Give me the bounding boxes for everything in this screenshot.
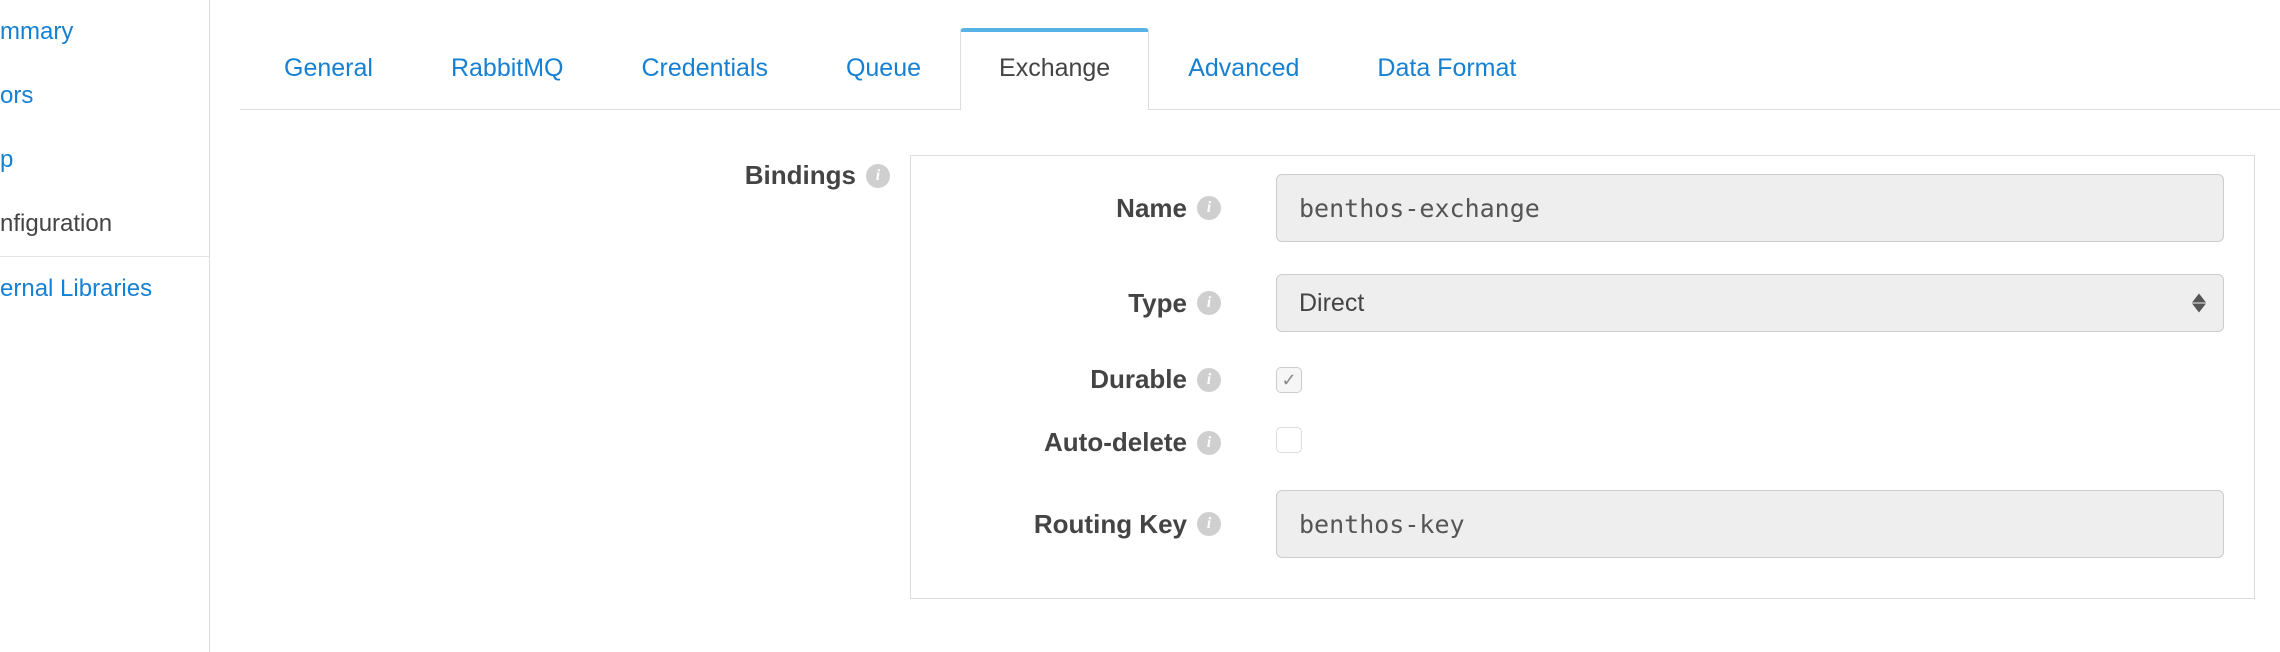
label-text: Auto-delete (1044, 427, 1187, 458)
form-label-durable: Durable (941, 364, 1221, 395)
sidebar: mmary ors p nfiguration ernal Libraries (0, 0, 210, 652)
form-control-autodelete (1276, 427, 2224, 458)
sidebar-item-label: ernal Libraries (0, 275, 152, 302)
tab-label: Data Format (1377, 54, 1516, 82)
info-icon[interactable] (1197, 431, 1221, 455)
sidebar-item-summary[interactable]: mmary (0, 0, 209, 64)
tab-general[interactable]: General (245, 27, 412, 110)
section-bindings-label: Bindings (240, 160, 890, 191)
tab-queue[interactable]: Queue (807, 27, 960, 110)
info-icon[interactable] (1197, 512, 1221, 536)
sidebar-item-external-libraries[interactable]: ernal Libraries (0, 256, 209, 321)
form-label-routingkey: Routing Key (941, 509, 1221, 540)
info-icon[interactable] (1197, 368, 1221, 392)
form-row-routingkey: Routing Key (941, 490, 2224, 558)
tab-label: Advanced (1188, 54, 1299, 82)
info-icon[interactable] (866, 164, 890, 188)
label-text: Type (1128, 288, 1187, 319)
form-row-autodelete: Auto-delete (941, 427, 2224, 458)
info-icon[interactable] (1197, 196, 1221, 220)
tab-data-format[interactable]: Data Format (1338, 27, 1555, 110)
form-label-autodelete: Auto-delete (941, 427, 1221, 458)
tab-label: RabbitMQ (451, 54, 564, 82)
form-row-durable: Durable (941, 364, 2224, 395)
tab-credentials[interactable]: Credentials (603, 27, 807, 110)
info-icon[interactable] (1197, 291, 1221, 315)
tab-exchange[interactable]: Exchange (960, 28, 1149, 110)
label-text: Durable (1090, 364, 1187, 395)
form-control-type: Direct (1276, 274, 2224, 332)
tab-rabbitmq[interactable]: RabbitMQ (412, 27, 603, 110)
tab-label: Exchange (999, 54, 1110, 82)
form-label-name: Name (941, 193, 1221, 224)
label-text: Routing Key (1034, 509, 1187, 540)
label-text: Name (1116, 193, 1187, 224)
autodelete-checkbox[interactable] (1276, 427, 1302, 453)
tab-label: Credentials (642, 54, 768, 82)
sidebar-item-label: ors (0, 82, 33, 109)
sidebar-static-label: nfiguration (0, 210, 112, 237)
durable-checkbox[interactable] (1276, 367, 1302, 393)
tab-advanced[interactable]: Advanced (1149, 27, 1338, 110)
sidebar-section-configuration: nfiguration (0, 192, 209, 256)
name-input[interactable] (1276, 174, 2224, 242)
section-label-text: Bindings (745, 160, 856, 191)
form-row-type: Type Direct (941, 274, 2224, 332)
sidebar-item-ors[interactable]: ors (0, 64, 209, 128)
form-control-name (1276, 174, 2224, 242)
form-control-durable (1276, 367, 2224, 393)
form-row-name: Name (941, 174, 2224, 242)
form-label-type: Type (941, 288, 1221, 319)
tab-label: General (284, 54, 373, 82)
routing-key-input[interactable] (1276, 490, 2224, 558)
sidebar-item-p[interactable]: p (0, 128, 209, 192)
tabs: General RabbitMQ Credentials Queue Excha… (240, 0, 2280, 110)
tab-label: Queue (846, 54, 921, 82)
form-control-routingkey (1276, 490, 2224, 558)
type-select[interactable]: Direct (1276, 274, 2224, 332)
sidebar-item-label: p (0, 146, 13, 173)
exchange-form-panel: Name Type Direct Durable (910, 155, 2255, 599)
sidebar-item-label: mmary (0, 18, 73, 45)
